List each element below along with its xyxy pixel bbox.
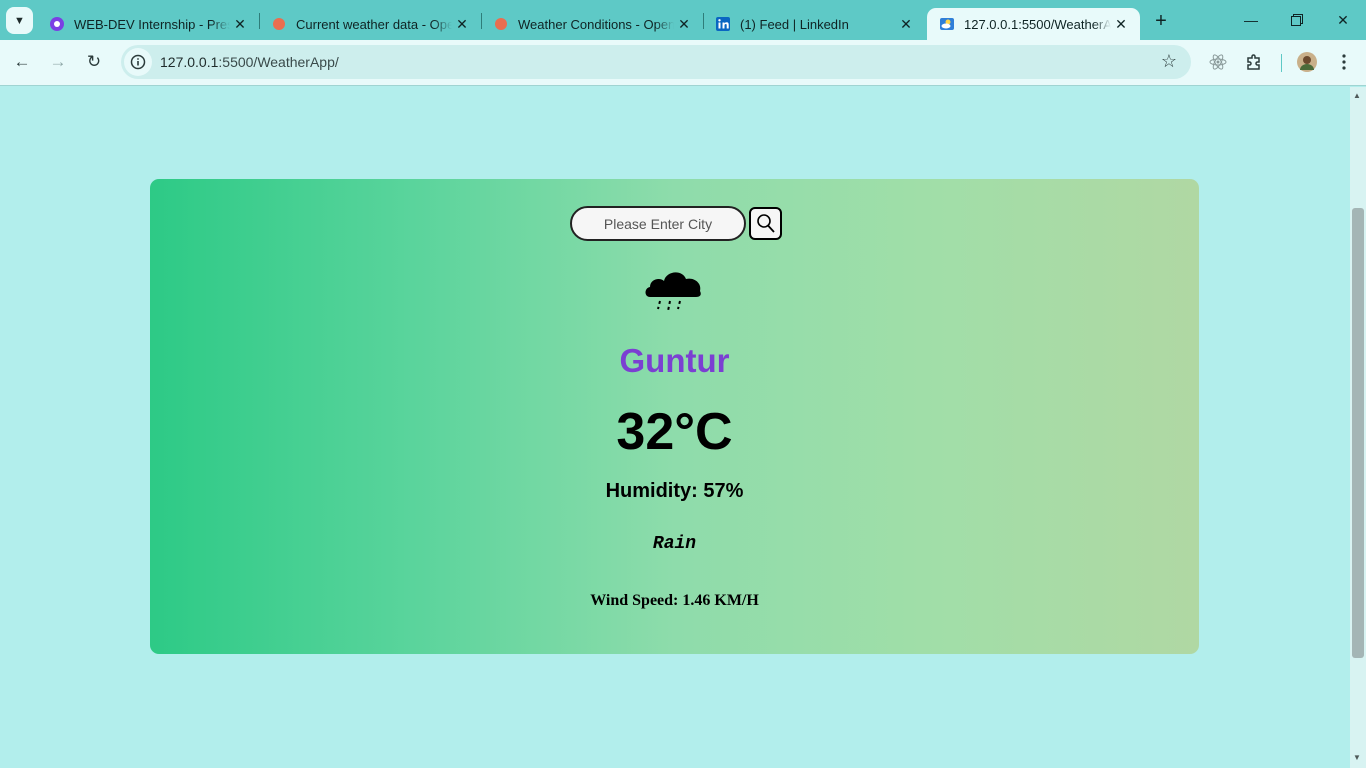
city-search-input[interactable] [570, 206, 746, 241]
extensions-button[interactable] [1240, 48, 1268, 76]
page-viewport: Guntur 32°C Humidity: 57% Rain Wind Spee… [0, 87, 1350, 768]
search-bar [570, 206, 782, 241]
tab-current-weather-data[interactable]: Current weather data - Oper ✕ [259, 8, 481, 40]
tab-title: Current weather data - Oper [296, 16, 452, 32]
scroll-thumb[interactable] [1352, 208, 1364, 658]
scroll-down-icon[interactable]: ▼ [1353, 753, 1361, 762]
url-path: :5500/WeatherApp/ [218, 54, 339, 70]
profile-button[interactable] [1293, 48, 1321, 76]
toolbar-divider [1281, 54, 1282, 72]
close-tab-icon[interactable]: ✕ [1111, 14, 1131, 34]
plus-icon: + [1155, 9, 1167, 32]
reload-icon: ↻ [86, 52, 102, 71]
tab-strip: ▼ WEB-DEV Internship - Prese ✕ Current w… [0, 0, 1366, 40]
reload-button[interactable]: ↻ [79, 47, 109, 77]
arrow-right-icon: → [49, 52, 67, 71]
rain-cloud-icon [645, 272, 701, 312]
weather-app-icon [939, 16, 955, 32]
close-tab-icon[interactable]: ✕ [674, 14, 694, 34]
minimize-icon: — [1244, 12, 1258, 28]
close-window-button[interactable]: ✕ [1320, 0, 1366, 40]
info-icon [130, 54, 146, 70]
arrow-left-icon: ← [13, 52, 31, 71]
tab-web-dev-internship[interactable]: WEB-DEV Internship - Prese ✕ [37, 8, 259, 40]
temperature: 32°C [616, 403, 733, 461]
restore-button[interactable] [1274, 0, 1320, 40]
browser-toolbar: ← → ↻ 127.0.0.1:5500/WeatherApp/ ☆ [0, 40, 1366, 86]
puzzle-icon [1247, 54, 1260, 70]
tab-title: WEB-DEV Internship - Prese [74, 16, 230, 32]
bookmark-star-icon[interactable]: ☆ [1161, 51, 1177, 72]
vertical-scrollbar[interactable]: ▲ ▼ [1350, 87, 1366, 768]
react-devtools-extension[interactable] [1204, 48, 1232, 76]
purple-badge-icon [49, 16, 65, 32]
openweather-icon [493, 16, 509, 32]
city-name: Guntur [619, 342, 730, 379]
tab-weather-app[interactable]: 127.0.0.1:5500/WeatherApp/ ✕ [927, 8, 1140, 40]
tab-weather-conditions[interactable]: Weather Conditions - OpenW ✕ [481, 8, 703, 40]
tab-title: Weather Conditions - OpenW [518, 16, 674, 32]
linkedin-icon [715, 16, 731, 32]
tab-linkedin-feed[interactable]: (1) Feed | LinkedIn ✕ [703, 8, 925, 40]
minimize-button[interactable]: — [1228, 0, 1274, 40]
forward-button[interactable]: → [43, 47, 73, 77]
url-host: 127.0.0.1 [160, 54, 219, 70]
humidity: Humidity: 57% [605, 480, 744, 502]
url-text: 127.0.0.1:5500/WeatherApp/ [160, 54, 339, 70]
react-atom-icon [1209, 54, 1227, 70]
new-tab-button[interactable]: + [1148, 8, 1174, 34]
tab-search-button[interactable]: ▼ [6, 7, 33, 34]
close-tab-icon[interactable]: ✕ [230, 14, 250, 34]
more-vertical-icon [1342, 54, 1346, 70]
weather-condition: Rain [652, 534, 697, 554]
scroll-up-icon[interactable]: ▲ [1353, 91, 1361, 100]
back-button[interactable]: ← [7, 47, 37, 77]
openweather-icon [271, 16, 287, 32]
site-info-button[interactable] [124, 48, 152, 76]
wind-speed: Wind Speed: 1.46 KM/H [590, 592, 759, 609]
restore-icon [1291, 14, 1303, 26]
address-bar[interactable]: 127.0.0.1:5500/WeatherApp/ ☆ [121, 45, 1191, 79]
close-tab-icon[interactable]: ✕ [452, 14, 472, 34]
browser-menu-button[interactable] [1330, 48, 1358, 76]
tab-title: 127.0.0.1:5500/WeatherApp/ [964, 16, 1111, 32]
search-icon [756, 213, 775, 233]
weather-card: Guntur 32°C Humidity: 57% Rain Wind Spee… [150, 179, 1199, 654]
tab-title: (1) Feed | LinkedIn [740, 16, 849, 32]
avatar [1297, 52, 1317, 72]
chevron-down-icon: ▼ [14, 14, 25, 27]
close-icon: ✕ [1337, 11, 1349, 28]
search-button[interactable] [749, 207, 782, 240]
close-tab-icon[interactable]: ✕ [896, 14, 916, 34]
